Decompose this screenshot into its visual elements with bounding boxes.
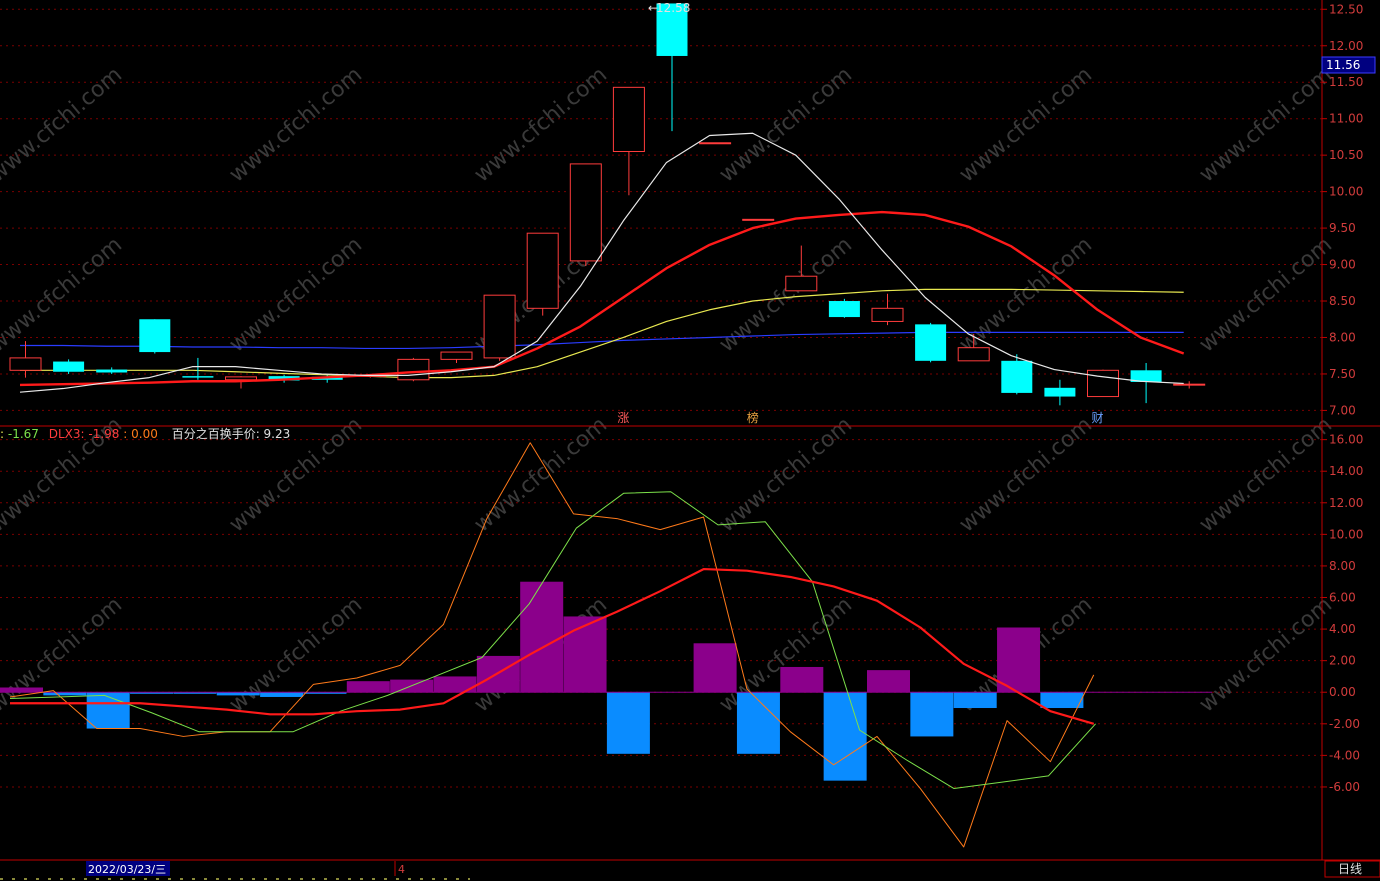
candle-body-up <box>871 307 904 322</box>
indicator-tick-label: 4.00 <box>1329 622 1356 636</box>
histogram-bar-positive <box>346 681 390 693</box>
candle-body-up <box>957 347 990 362</box>
event-marker: 榜 <box>747 410 759 425</box>
indicator-tick-label: 14.00 <box>1329 464 1363 478</box>
indicator-tick-label: 12.00 <box>1329 496 1363 510</box>
candle-body-up <box>440 351 473 360</box>
price-tick-label: 11.50 <box>1329 75 1363 89</box>
legend-turnover-value: 9.23 <box>264 427 291 441</box>
legend-turnover-label: 百分之百换手价: <box>172 427 264 441</box>
current-price-label: 11.56 <box>1326 58 1360 72</box>
candle-body-down <box>96 369 128 373</box>
candle-body-up <box>1087 369 1119 398</box>
histogram-bar-negative <box>823 692 867 781</box>
histogram-bar-positive <box>520 581 564 693</box>
histogram-bar-negative <box>86 692 130 729</box>
price-tick-label: 8.50 <box>1329 294 1356 308</box>
candle-body-up <box>569 163 602 262</box>
histogram-bar-positive <box>0 687 43 693</box>
price-tick-label: 12.50 <box>1329 2 1363 16</box>
legend-dlx3-label: DLX3: <box>49 427 89 441</box>
candle-body-up <box>526 232 559 309</box>
indicator-tick-label: 16.00 <box>1329 433 1363 447</box>
histogram-bar-negative <box>910 692 954 737</box>
event-marker: 财 <box>1092 411 1104 425</box>
candle-body-up <box>1173 383 1206 386</box>
histogram-bar-negative <box>260 692 304 697</box>
legend-first-value: -1.67 <box>8 427 39 441</box>
price-tick-label: 10.00 <box>1329 185 1363 199</box>
max-price-label: 12.58 <box>656 1 690 15</box>
price-tick-label: 10.50 <box>1329 148 1363 162</box>
price-tick-label: 8.00 <box>1329 330 1356 344</box>
month-marker: 4 <box>398 863 405 876</box>
indicator-tick-label: -2.00 <box>1329 717 1360 731</box>
stock-chart: www.cfchi.com www.cfchi.com www.cfchi.com w… <box>0 0 1380 881</box>
indicator-tick-label: -6.00 <box>1329 780 1360 794</box>
histogram-bar-negative <box>736 692 780 754</box>
price-tick-label: 7.00 <box>1329 403 1356 417</box>
indicator-tick-label: 10.00 <box>1329 527 1363 541</box>
candle-body-up <box>397 358 430 381</box>
event-marker: 涨 <box>617 410 629 425</box>
indicator-tick-label: 0.00 <box>1329 685 1356 699</box>
candle-body-down <box>182 376 214 378</box>
candle-body-down <box>915 324 947 361</box>
candle-body-up <box>612 86 645 153</box>
candle-body-up <box>483 294 516 359</box>
legend-sep: : <box>123 427 131 441</box>
candle-body-down <box>1001 360 1033 393</box>
histogram-bar-negative <box>1040 692 1084 709</box>
price-tick-label: 7.50 <box>1329 367 1356 381</box>
histogram-bar-positive <box>867 670 910 693</box>
indicator-tick-label: -4.00 <box>1329 748 1360 762</box>
candle-body-down <box>139 319 171 353</box>
indicator-tick-label: 8.00 <box>1329 559 1356 573</box>
candle-body-up <box>785 275 818 292</box>
date-label[interactable]: 2022/03/23/三 <box>88 863 166 876</box>
max-price-marker: ← <box>648 1 658 15</box>
candle-body-down <box>828 301 860 318</box>
indicator-tick-label: 2.00 <box>1329 654 1356 668</box>
histogram-bar-positive <box>780 666 824 693</box>
legend-prefix: : <box>0 427 8 441</box>
price-tick-label: 9.50 <box>1329 221 1356 235</box>
bottom-bar <box>0 860 1380 881</box>
period-button-label: 日线 <box>1338 862 1362 876</box>
candle-body-down <box>53 361 85 372</box>
legend-dlx3-value: -1.98 <box>88 427 119 441</box>
histogram-bar-positive <box>693 643 737 693</box>
histogram-bar-negative <box>953 692 997 709</box>
histogram-bar-negative <box>606 692 650 754</box>
candle-body-up <box>742 218 775 221</box>
price-tick-label: 9.00 <box>1329 258 1356 272</box>
candle-body-up <box>699 142 732 145</box>
histogram-bar-positive <box>997 627 1041 693</box>
histogram-bar-positive <box>563 616 607 693</box>
price-tick-label: 11.00 <box>1329 112 1363 126</box>
legend-zero-value: 0.00 <box>131 427 158 441</box>
candle-body-up <box>9 357 42 371</box>
candle-body-up <box>225 376 257 381</box>
indicator-tick-label: 6.00 <box>1329 591 1356 605</box>
price-tick-label: 12.00 <box>1329 39 1363 53</box>
candle-body-down <box>1044 387 1076 397</box>
